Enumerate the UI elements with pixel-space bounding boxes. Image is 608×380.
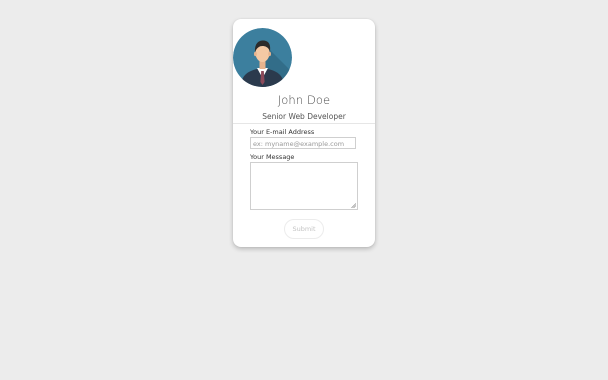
user-avatar-icon — [233, 28, 292, 87]
email-label: Your E-mail Address — [250, 128, 315, 136]
divider — [233, 123, 375, 124]
resize-handle-icon[interactable] — [351, 203, 356, 208]
profile-card: John Doe Senior Web Developer Your E-mai… — [233, 19, 375, 247]
email-field[interactable]: ex: myname@example.com — [250, 137, 356, 149]
profile-role: Senior Web Developer — [262, 112, 346, 121]
avatar — [233, 28, 292, 87]
message-label: Your Message — [250, 153, 295, 161]
submit-button[interactable]: Submit — [284, 219, 324, 239]
profile-name: John Doe — [277, 93, 331, 107]
message-textarea[interactable] — [250, 162, 358, 210]
